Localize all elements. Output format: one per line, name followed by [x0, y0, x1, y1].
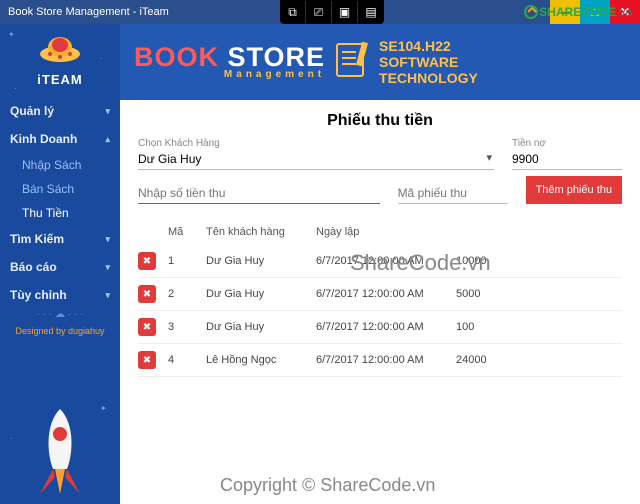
- chevron-down-icon: ▾: [105, 106, 110, 117]
- sidebar-item-timkiem[interactable]: Tìm Kiếm▾: [0, 225, 120, 253]
- cast-icon[interactable]: ⎚: [306, 1, 332, 23]
- sidebar-item-quanly[interactable]: Quản lý▾: [0, 97, 120, 125]
- delete-button[interactable]: ✖: [138, 318, 156, 336]
- page-title: Phiếu thu tiền: [138, 112, 622, 130]
- table-row[interactable]: ✖ 1Dư Gia Huy6/7/2017 12:00:00 AM10000: [138, 245, 622, 278]
- ufo-icon: [35, 32, 85, 70]
- cell-id: 3: [168, 321, 206, 333]
- logo: iTEAM: [0, 24, 120, 91]
- table-header: Mã Tên khách hàng Ngày lập: [138, 220, 622, 245]
- cell-amount: 5000: [456, 288, 526, 300]
- amount-input[interactable]: [138, 183, 380, 204]
- cell-id: 1: [168, 255, 206, 267]
- sidebar-menu: Quản lý▾ Kinh Doanh▴ Nhập Sách Bán Sách …: [0, 97, 120, 336]
- screen-icon[interactable]: ⧉: [280, 1, 306, 23]
- layout-icon[interactable]: ▣: [332, 1, 358, 23]
- cloud-divider-icon: · · · ☁ · · ·: [0, 309, 120, 320]
- sidebar-item-tuychinh[interactable]: Tùy chỉnh▾: [0, 281, 120, 309]
- banner-course-info: SE104.H22 SOFTWARE TECHNOLOGY: [379, 38, 478, 86]
- cell-date: 6/7/2017 12:00:00 AM: [316, 288, 456, 300]
- cell-name: Dư Gia Huy: [206, 321, 316, 333]
- table-row[interactable]: ✖ 3Dư Gia Huy6/7/2017 12:00:00 AM100: [138, 311, 622, 344]
- sidebar-item-baocao[interactable]: Báo cáo▾: [0, 253, 120, 281]
- cell-date: 6/7/2017 12:00:00 AM: [316, 354, 456, 366]
- table-row[interactable]: ✖ 2Dư Gia Huy6/7/2017 12:00:00 AM5000: [138, 278, 622, 311]
- sidebar-item-kinhdoanh[interactable]: Kinh Doanh▴: [0, 125, 120, 153]
- chevron-down-icon: ▾: [105, 290, 110, 301]
- dev-toolbar: ⧉ ⎚ ▣ ▤: [280, 0, 384, 24]
- cell-id: 2: [168, 288, 206, 300]
- sidebar-subitem-nhapsach[interactable]: Nhập Sách: [22, 153, 120, 177]
- cell-name: Dư Gia Huy: [206, 255, 316, 267]
- sidebar-subitem-thutien[interactable]: Thu Tiền: [22, 201, 120, 225]
- cell-date: 6/7/2017 12:00:00 AM: [316, 321, 456, 333]
- delete-button[interactable]: ✖: [138, 285, 156, 303]
- qr-icon[interactable]: ▤: [358, 1, 384, 23]
- code-input[interactable]: [398, 183, 508, 204]
- customer-select[interactable]: [138, 149, 494, 170]
- cell-date: 6/7/2017 12:00:00 AM: [316, 255, 456, 267]
- logo-name: iTEAM: [0, 72, 120, 87]
- window-title: Book Store Management - iTeam: [8, 6, 169, 18]
- customer-label: Chọn Khách Hàng: [138, 138, 494, 149]
- debt-label: Tiền nợ: [512, 138, 622, 149]
- table-row[interactable]: ✖ 4Lê Hồng Ngọc6/7/2017 12:00:00 AM24000: [138, 344, 622, 377]
- cell-id: 4: [168, 354, 206, 366]
- chevron-down-icon: ▾: [105, 262, 110, 273]
- sharecode-badge: SHARECODE.vn: [523, 4, 632, 20]
- content: BOOK STORE Management SE104.H22 SOFTWARE…: [120, 24, 640, 504]
- delete-button[interactable]: ✖: [138, 252, 156, 270]
- cell-amount: 100: [456, 321, 526, 333]
- rocket-icon: [0, 399, 120, 504]
- submit-button[interactable]: Thêm phiếu thu: [526, 176, 622, 204]
- cell-amount: 24000: [456, 354, 526, 366]
- cell-name: Lê Hồng Ngọc: [206, 354, 316, 366]
- form-area: Phiếu thu tiền Chọn Khách Hàng Tiền nợ: [120, 100, 640, 216]
- chevron-up-icon: ▴: [105, 134, 110, 145]
- debt-field[interactable]: [512, 149, 622, 170]
- chevron-down-icon: ▾: [105, 234, 110, 245]
- banner: BOOK STORE Management SE104.H22 SOFTWARE…: [120, 24, 640, 100]
- designed-by: Designed by dugiahuy: [0, 326, 120, 336]
- sidebar-subitem-bansach[interactable]: Bán Sách: [22, 177, 120, 201]
- cell-amount: 10000: [456, 255, 526, 267]
- sidebar: ✦ · · ✦ · iTEAM Quản lý▾ Kinh Doanh▴: [0, 24, 120, 504]
- receipts-table: Mã Tên khách hàng Ngày lập ✖1Dư Gia Huy6…: [120, 216, 640, 377]
- notepad-icon: [335, 40, 369, 85]
- delete-button[interactable]: ✖: [138, 351, 156, 369]
- cell-name: Dư Gia Huy: [206, 288, 316, 300]
